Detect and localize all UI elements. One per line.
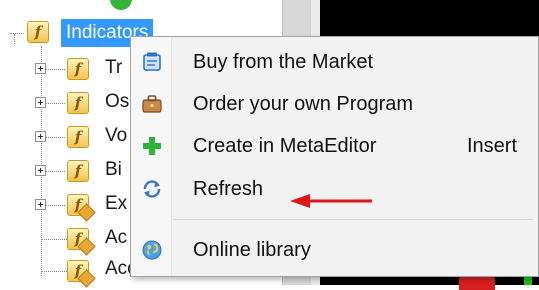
briefcase-icon	[142, 95, 162, 113]
fx-indicator-icon: f	[67, 228, 96, 256]
fx-folder-icon: f	[27, 21, 49, 43]
fx-indicator-icon: f	[67, 260, 96, 288]
menu-item-label: Create in MetaEditor	[193, 135, 377, 157]
expand-icon[interactable]	[35, 199, 46, 210]
tree-connector	[41, 239, 67, 240]
menu-item-label: Buy from the Market	[193, 51, 374, 73]
green-plus-icon	[143, 137, 161, 155]
indicator-badge-icon	[77, 237, 96, 256]
menu-item-create-in-metaeditor[interactable]: Create in MetaEditor Insert	[131, 127, 538, 167]
tree-item-label: Ex	[105, 193, 128, 214]
expand-icon[interactable]	[35, 131, 46, 142]
menu-item-label: Refresh	[193, 178, 264, 200]
tree-item-label: Tr	[105, 57, 123, 78]
tree-connector	[41, 271, 67, 272]
refresh-icon	[143, 180, 161, 198]
globe-icon	[142, 240, 162, 260]
context-menu: Buy from the Market Order your own Progr…	[130, 36, 539, 277]
expand-icon[interactable]	[35, 63, 46, 74]
annotation-arrow-icon	[290, 194, 372, 208]
menu-item-buy-from-market[interactable]: Buy from the Market	[131, 43, 538, 83]
fx-folder-icon: f	[67, 126, 89, 148]
expand-icon[interactable]	[35, 165, 46, 176]
fx-folder-icon: f	[67, 92, 89, 114]
menu-item-shortcut: Insert	[467, 135, 518, 157]
tree-item-label: Ac	[105, 227, 128, 248]
menu-item-label: Order your own Program	[193, 93, 414, 115]
menu-item-label: Online library	[193, 239, 311, 261]
fx-folder-icon: f	[67, 58, 89, 80]
tree-item-label: Vo	[105, 125, 128, 146]
tree-item-label: Os	[105, 91, 130, 112]
menu-item-online-library[interactable]: Online library	[131, 231, 538, 271]
expand-icon[interactable]	[35, 97, 46, 108]
fx-indicator-icon: f	[67, 194, 96, 222]
menu-item-order-program[interactable]: Order your own Program	[131, 85, 538, 125]
fx-folder-icon: f	[67, 160, 89, 182]
indicator-badge-icon	[77, 203, 96, 222]
market-icon	[143, 52, 161, 71]
tree-item-label: Bi	[105, 159, 122, 180]
menu-separator	[173, 219, 533, 220]
